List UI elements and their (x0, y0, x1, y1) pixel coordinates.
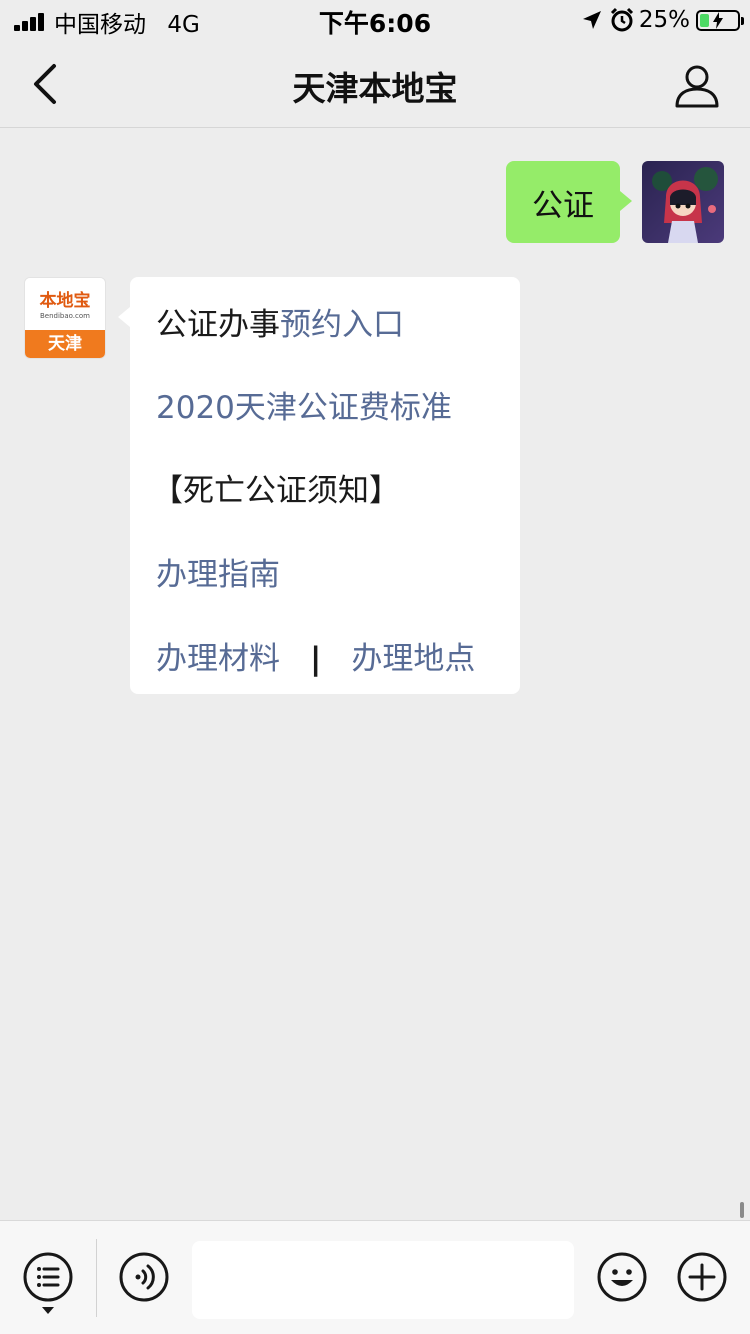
alarm-icon (610, 7, 633, 32)
voice-icon (119, 1252, 169, 1302)
emoji-icon (597, 1252, 647, 1302)
bot-avatar[interactable]: 本地宝 Bendibao.com 天津 (24, 277, 106, 359)
bot-city-label: 天津 (25, 330, 105, 358)
materials-link[interactable]: 办理材料 (156, 641, 280, 677)
location-arrow-icon (582, 11, 601, 29)
scrollbar[interactable] (740, 1202, 744, 1218)
emoji-button[interactable] (596, 1251, 648, 1303)
received-message-bubble: 公证办事预约入口 2020天津公证费标准 【死亡公证须知】 办理指南 办理材料 |… (118, 277, 520, 694)
status-indicators: 25% (581, 5, 744, 35)
chat-screen: 中国移动 4G 下午6:06 25% 天津本地宝 公证 本地宝 Bendibao… (0, 0, 750, 1334)
battery-percent: 25% (638, 7, 690, 33)
battery-charging-icon (696, 9, 744, 31)
sent-message-text: 公证 (532, 187, 594, 224)
bot-logo: 本地宝 (39, 291, 91, 311)
add-button[interactable] (676, 1251, 728, 1303)
notary-service-text: 公证办事 (156, 307, 280, 343)
message-input[interactable] (192, 1241, 574, 1319)
sent-message-bubble[interactable]: 公证 (506, 161, 632, 243)
menu-list-icon (23, 1252, 73, 1302)
voice-button[interactable] (118, 1251, 170, 1303)
person-icon (675, 65, 719, 108)
death-notary-notice-text: 【死亡公证须知】 (152, 473, 400, 509)
appointment-entry-link[interactable]: 预约入口 (280, 307, 404, 343)
divider (96, 1239, 97, 1317)
caret-down-icon (42, 1307, 54, 1314)
user-avatar[interactable] (642, 161, 724, 243)
location-link[interactable]: 办理地点 (351, 641, 475, 677)
message-line-appointment: 公证办事预约入口 (156, 299, 404, 344)
bot-logo-url: Bendibao.com (39, 312, 90, 320)
message-line-materials: 办理材料 | 办理地点 (156, 633, 475, 678)
profile-button[interactable] (674, 62, 720, 108)
separator: | (310, 641, 322, 677)
input-bar (0, 1220, 750, 1334)
bolt-icon (713, 11, 723, 29)
nav-bar: 天津本地宝 (0, 40, 750, 128)
page-title: 天津本地宝 (292, 69, 458, 108)
status-bar: 中国移动 4G 下午6:06 25% (0, 0, 750, 40)
guide-link[interactable]: 办理指南 (156, 549, 280, 594)
fee-standard-link[interactable]: 2020天津公证费标准 (156, 382, 452, 427)
plus-circle-icon (677, 1252, 727, 1302)
cartoon-avatar-image (642, 161, 724, 243)
chat-area[interactable]: 公证 本地宝 Bendibao.com 天津 公证办事预约入口 2020天津公证… (0, 128, 750, 1220)
menu-button[interactable] (22, 1251, 74, 1303)
